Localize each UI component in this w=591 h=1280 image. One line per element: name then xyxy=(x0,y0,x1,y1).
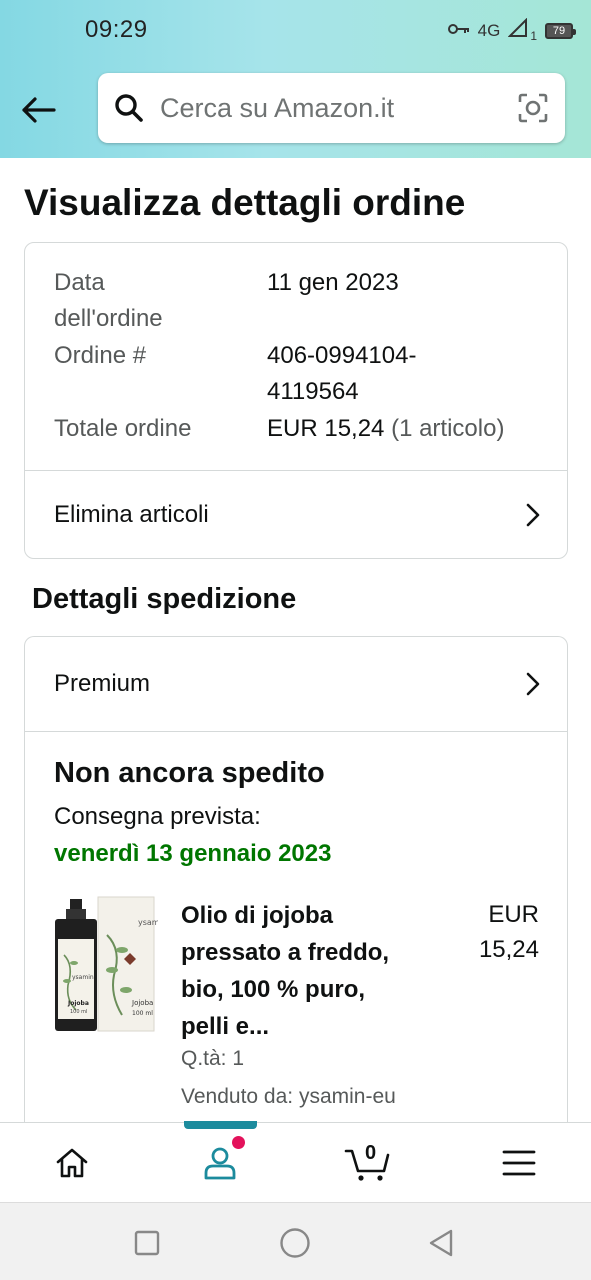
order-date-value: 11 gen 2023 xyxy=(267,269,399,296)
delivery-date: venerdì 13 gennaio 2023 xyxy=(54,840,332,867)
back-button[interactable] xyxy=(18,90,58,130)
image-brand-bottle: ysamin xyxy=(72,974,94,981)
image-label-bottle: Jojoba xyxy=(67,1000,89,1007)
signal-icon xyxy=(507,17,528,43)
shipment-status: Non ancora spedito xyxy=(54,757,325,789)
product-title-line: bio, 100 % puro, xyxy=(181,976,366,1003)
order-total-label: Totale ordine xyxy=(54,415,192,442)
shipping-section-title: Dettagli spedizione xyxy=(32,583,297,615)
order-date-label-line2: dell'ordine xyxy=(54,305,163,332)
product-title-line: pressato a freddo, xyxy=(181,939,390,966)
search-bar[interactable]: Cerca su Amazon.it xyxy=(98,73,565,143)
nav-menu[interactable] xyxy=(469,1123,569,1203)
product-quantity: Q.tà: 1 xyxy=(181,1047,245,1070)
status-time: 09:29 xyxy=(85,16,148,43)
order-number-value-line2: 4119564 xyxy=(267,378,359,405)
order-total-amount: EUR 15,24 xyxy=(267,415,385,442)
notification-badge xyxy=(232,1136,245,1149)
product-title-line: Olio di jojoba xyxy=(181,902,333,929)
product-seller: Venduto da: ysamin-eu xyxy=(181,1085,396,1108)
system-nav-bar xyxy=(0,1202,591,1280)
chevron-right-icon xyxy=(523,671,543,697)
shipping-details-card: Premium Non ancora spedito Consegna prev… xyxy=(24,636,568,1156)
home-system-button[interactable] xyxy=(275,1223,315,1263)
order-number-value: 406-0994104- xyxy=(267,342,417,369)
status-icons: 4G 1 79 xyxy=(447,17,576,43)
search-input[interactable]: Cerca su Amazon.it xyxy=(160,93,515,124)
status-bar: 09:29 4G 1 79 xyxy=(0,0,591,60)
delivery-label: Consegna prevista: xyxy=(54,803,261,830)
image-label-box: Jojoba xyxy=(131,999,153,1007)
arrow-left-icon xyxy=(22,97,56,123)
user-icon xyxy=(204,1147,236,1180)
header: 09:29 4G 1 79 Cerca su Amazon.it xyxy=(0,0,591,158)
product-title-link[interactable]: Olio di jojoba pressato a freddo, bio, 1… xyxy=(181,897,431,1045)
back-system-button[interactable] xyxy=(421,1223,461,1263)
page-title: Visualizza dettagli ordine xyxy=(24,182,466,223)
recent-apps-button[interactable] xyxy=(127,1223,167,1263)
nav-cart[interactable]: 0 xyxy=(318,1123,418,1203)
bottom-nav: 0 xyxy=(0,1121,591,1203)
price-currency: EUR xyxy=(488,901,539,928)
product-title-line: pelli e... xyxy=(181,1013,270,1040)
remove-items-label: Elimina articoli xyxy=(54,501,209,528)
order-total-value: EUR 15,24 (1 articolo) xyxy=(267,411,504,447)
product-price: EUR 15,24 xyxy=(439,897,539,967)
image-volume-box: 100 ml xyxy=(132,1010,153,1017)
chevron-right-icon xyxy=(523,502,543,528)
order-summary-card: Data dell'ordine 11 gen 2023 Ordine # 40… xyxy=(24,242,568,559)
circle-icon xyxy=(280,1228,310,1258)
network-label: 4G xyxy=(477,20,501,40)
camera-scan-icon[interactable] xyxy=(515,90,551,126)
nav-account[interactable] xyxy=(170,1123,270,1203)
shipping-method-row[interactable]: Premium xyxy=(25,637,567,731)
menu-icon xyxy=(502,1150,536,1176)
divider xyxy=(25,731,567,732)
battery-icon: 79 xyxy=(545,22,576,39)
square-icon xyxy=(134,1230,160,1256)
product-image[interactable]: ysamin Jojoba 100 ml ysamin Jojoba 100 m… xyxy=(52,895,167,1035)
order-date-label: Data xyxy=(54,269,105,296)
image-volume-bottle: 100 ml xyxy=(70,1009,87,1015)
triangle-back-icon xyxy=(429,1229,453,1257)
order-number-label: Ordine # xyxy=(54,342,147,369)
search-icon xyxy=(112,91,146,125)
order-total-items: (1 articolo) xyxy=(391,415,505,442)
home-icon xyxy=(56,1148,88,1178)
image-brand-box: ysamin xyxy=(138,918,158,927)
vpn-key-icon xyxy=(447,21,470,41)
cart-count: 0 xyxy=(365,1142,377,1164)
remove-items-row[interactable]: Elimina articoli xyxy=(25,471,567,559)
sim-label: 1 xyxy=(530,28,537,43)
shipping-method-label: Premium xyxy=(54,670,151,697)
nav-home[interactable] xyxy=(22,1123,122,1203)
price-value: 15,24 xyxy=(478,936,539,963)
